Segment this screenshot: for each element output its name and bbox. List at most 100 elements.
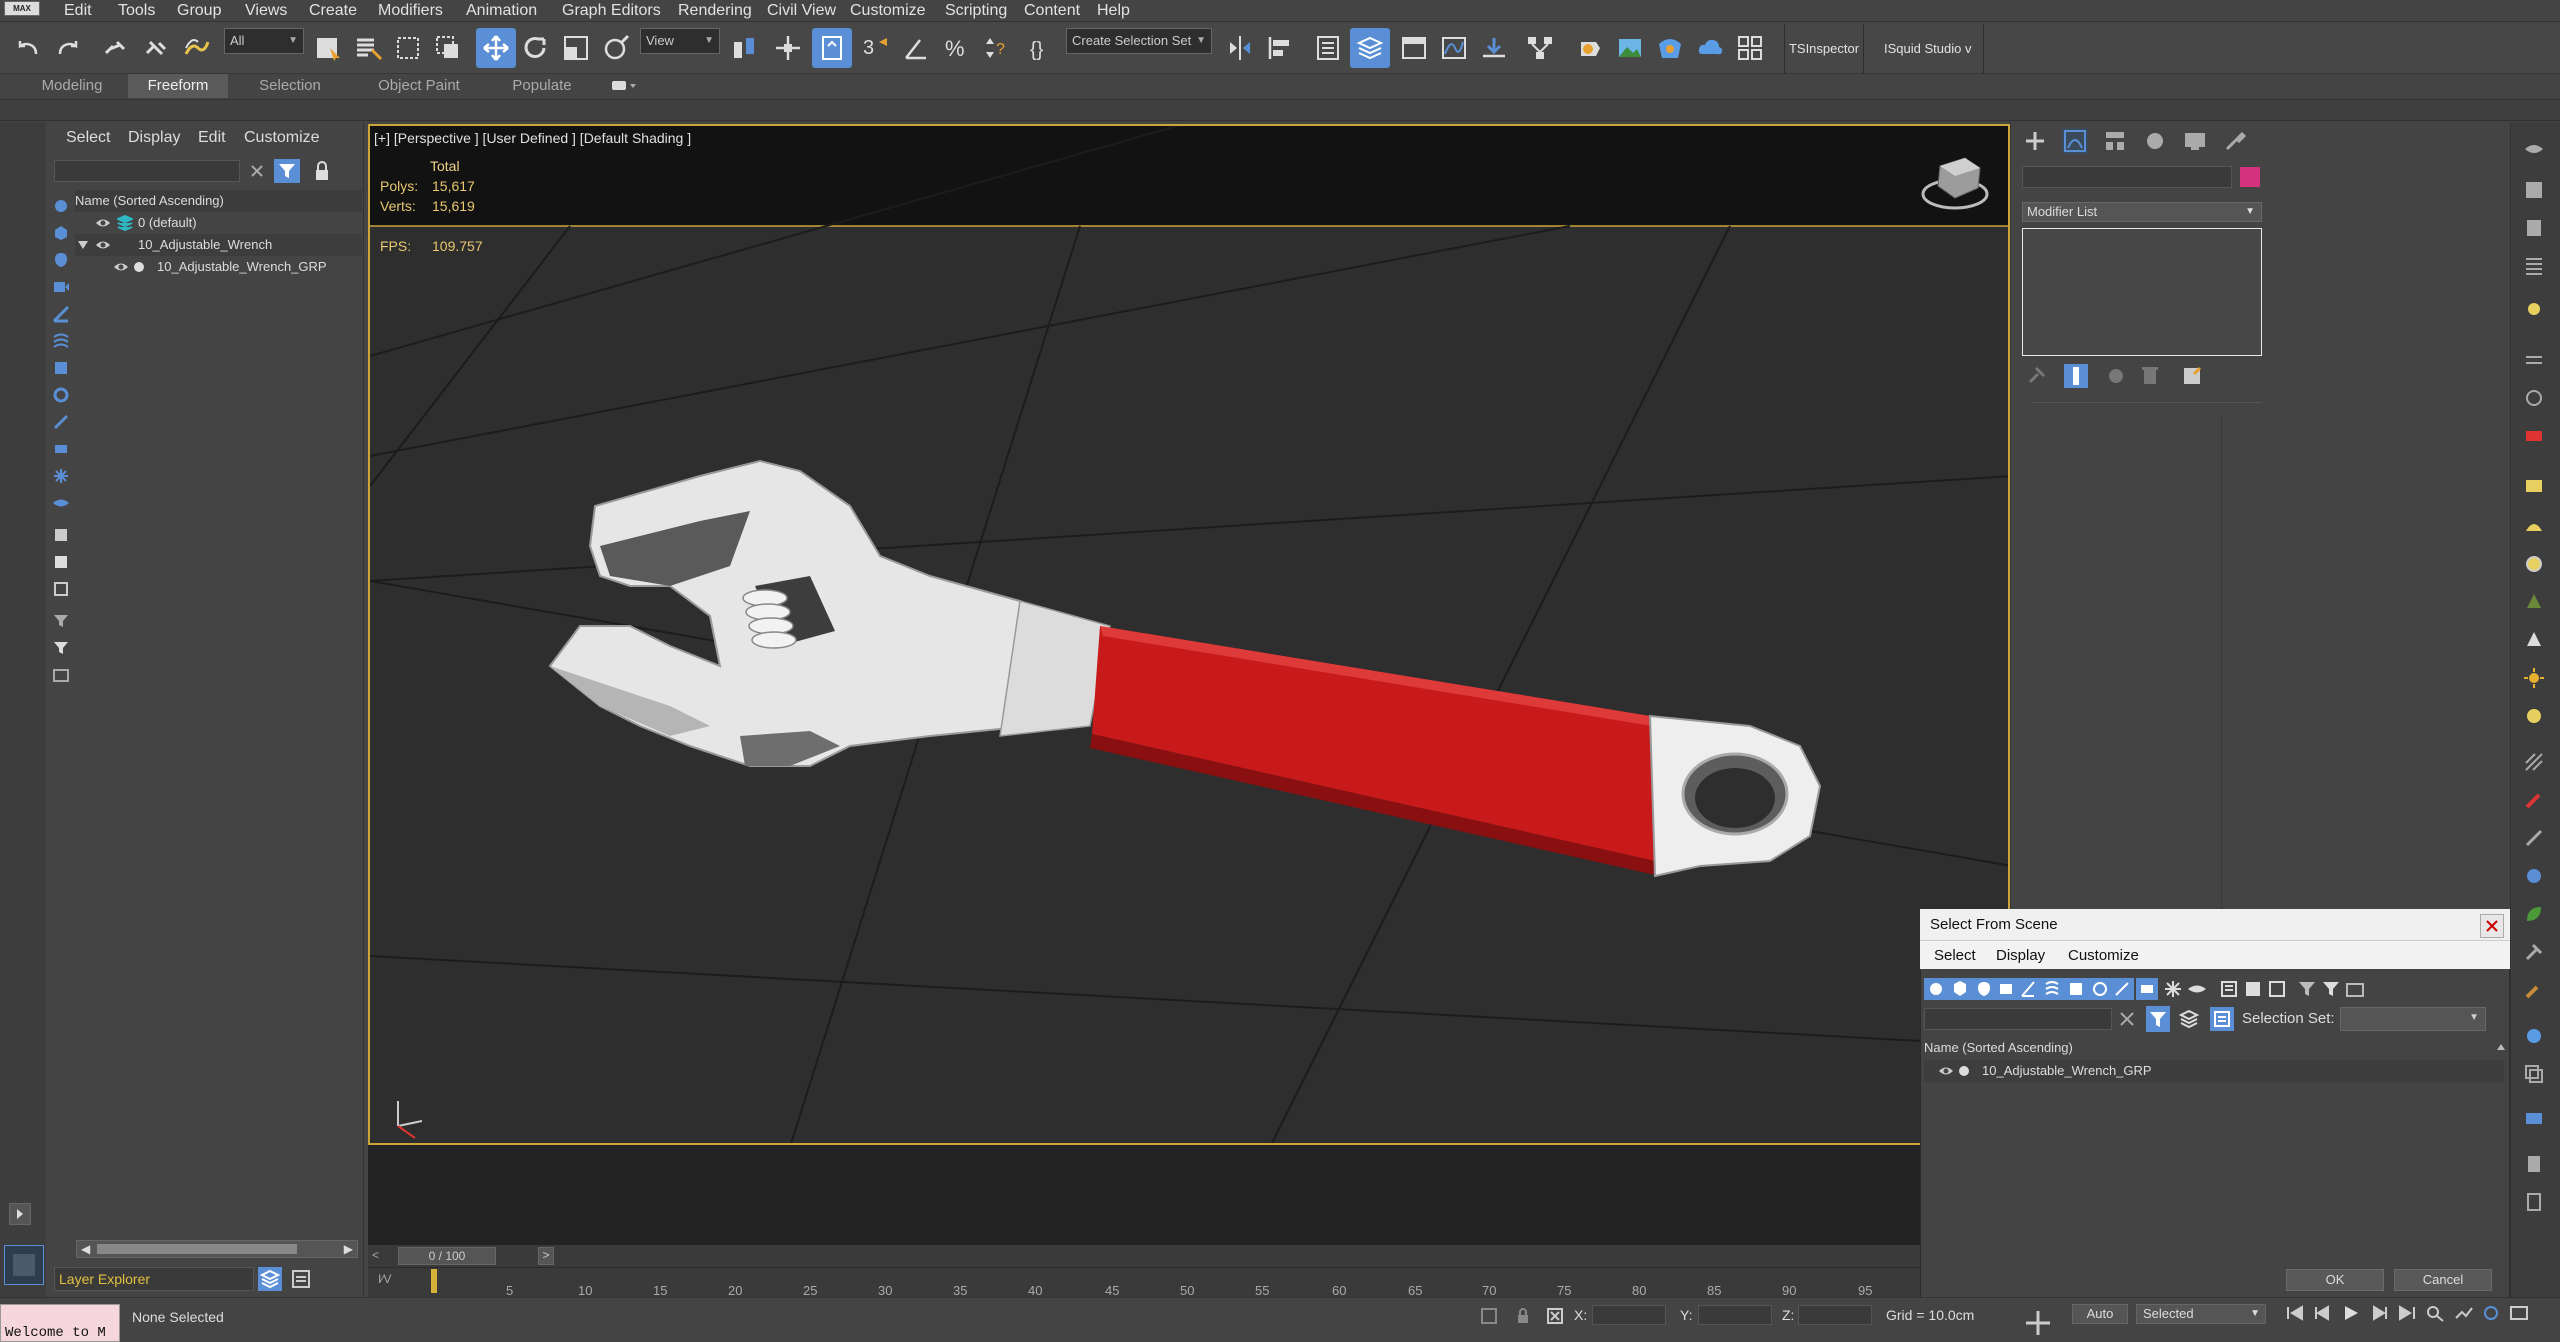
percent-snap-icon[interactable]: % <box>938 30 974 66</box>
rotate-icon[interactable] <box>518 30 554 66</box>
display-space-warps-icon[interactable] <box>50 357 72 379</box>
dialog-visible-filter-icon[interactable] <box>2186 978 2208 1000</box>
selection-filter-dropdown[interactable]: All ▼ <box>224 28 304 54</box>
omni-light-icon[interactable] <box>2520 550 2548 578</box>
particle-icon[interactable] <box>2520 748 2548 776</box>
display-particles-icon[interactable] <box>50 465 72 487</box>
light-lister-icon[interactable] <box>2520 296 2548 324</box>
dome-icon[interactable] <box>2520 512 2548 540</box>
display-all-toggle-icon[interactable] <box>50 524 72 546</box>
window-crossing-icon[interactable] <box>430 30 466 66</box>
filter-toggle-icon[interactable] <box>274 159 300 183</box>
modifier-stack-list[interactable] <box>2022 228 2262 356</box>
scene-search-input[interactable] <box>54 160 240 182</box>
tree-row[interactable]: 10_Adjustable_Wrench_GRP <box>75 256 362 278</box>
scale-icon[interactable] <box>558 30 594 66</box>
expand-triangle-icon[interactable] <box>77 240 89 250</box>
eye-icon[interactable] <box>113 260 129 274</box>
reference-coordinate-dropdown[interactable]: View ▼ <box>640 28 720 54</box>
dialog-menu-customize[interactable]: Customize <box>2068 947 2139 964</box>
absolute-mode-icon[interactable] <box>1546 1307 1564 1325</box>
tab-object-paint[interactable]: Object Paint <box>364 74 474 98</box>
dialog-display-none-icon[interactable] <box>2242 978 2264 1000</box>
place-icon[interactable] <box>598 30 634 66</box>
modify-panel-icon[interactable] <box>2062 128 2088 154</box>
toggle-ribbon-icon[interactable] <box>1396 30 1432 66</box>
link-icon[interactable] <box>97 30 133 66</box>
select-object-icon[interactable] <box>310 30 346 66</box>
scene-menu-select[interactable]: Select <box>66 129 110 147</box>
scene-menu-edit[interactable]: Edit <box>198 129 226 147</box>
display-helpers-icon[interactable] <box>50 330 72 352</box>
undo-icon[interactable] <box>10 30 46 66</box>
pin-stack-icon[interactable] <box>2024 364 2048 388</box>
motion-panel-icon[interactable] <box>2142 128 2168 154</box>
dialog-bones-filter-icon[interactable] <box>2136 978 2158 1000</box>
layer-explorer-options-icon[interactable] <box>290 1268 312 1290</box>
isquid-studio-button[interactable]: ISquid Studio v <box>1884 24 1984 74</box>
lock-icon[interactable] <box>312 160 332 182</box>
key-filter-dropdown[interactable]: Selected ▼ <box>2136 1304 2266 1324</box>
spot-light-icon[interactable] <box>2520 588 2548 616</box>
dialog-display-all-icon[interactable] <box>2218 978 2240 1000</box>
select-manipulate-icon[interactable] <box>770 30 806 66</box>
menu-help[interactable]: Help <box>1097 0 1130 22</box>
menu-modifiers[interactable]: Modifiers <box>378 0 443 22</box>
configure-modifier-sets-icon[interactable] <box>2180 364 2204 388</box>
sphere-blue-icon[interactable] <box>2520 1022 2548 1050</box>
sync-selection-icon[interactable] <box>50 610 72 632</box>
ts-inspector-button[interactable]: TSInspector <box>1784 24 1864 74</box>
layer-explorer-icon[interactable] <box>258 1267 282 1291</box>
previous-frame-icon[interactable] <box>2312 1304 2334 1324</box>
menu-edit[interactable]: Edit <box>64 0 92 22</box>
play-icon[interactable] <box>2340 1304 2362 1324</box>
render-in-cloud-icon[interactable] <box>1692 30 1728 66</box>
add-time-tag-icon[interactable] <box>2020 1305 2056 1341</box>
camera-icon[interactable] <box>2520 1104 2548 1132</box>
keyboard-shortcut-override-icon[interactable] <box>812 28 852 68</box>
menu-group[interactable]: Group <box>177 0 221 22</box>
close-icon[interactable] <box>2480 914 2504 938</box>
pan-view-icon[interactable] <box>2452 1304 2474 1324</box>
dialog-clear-search-icon[interactable] <box>2116 1008 2138 1030</box>
perspective-viewport[interactable] <box>368 124 2010 1145</box>
time-slider-thumb[interactable]: 0 / 100 <box>398 1247 496 1265</box>
table-icon[interactable] <box>2520 252 2548 280</box>
display-xrefs-icon[interactable] <box>50 411 72 433</box>
ok-button[interactable]: OK <box>2286 1269 2384 1291</box>
clear-search-icon[interactable] <box>246 160 268 182</box>
menu-civil-view[interactable]: Civil View <box>767 0 836 22</box>
display-shapes-icon[interactable] <box>50 249 72 271</box>
dialog-filter-toggle-icon[interactable] <box>2146 1006 2170 1032</box>
dialog-filter-icon[interactable] <box>2320 978 2342 1000</box>
scene-menu-display[interactable]: Display <box>128 129 180 147</box>
toggle-scene-explorer-icon[interactable] <box>1310 30 1346 66</box>
filter-icon[interactable] <box>50 637 72 659</box>
render-production-icon[interactable] <box>1652 30 1688 66</box>
show-end-result-icon[interactable] <box>2064 364 2088 388</box>
dialog-explorer-icon[interactable] <box>2344 978 2366 1000</box>
viewport-layout-icon[interactable] <box>4 1245 44 1285</box>
display-geometry-icon[interactable] <box>50 222 72 244</box>
orbit-icon[interactable] <box>2480 1304 2502 1324</box>
create-panel-icon[interactable] <box>2022 128 2048 154</box>
utilities-panel-icon[interactable] <box>2222 128 2248 154</box>
slider-left-arrow[interactable]: < <box>372 1248 386 1264</box>
sun-icon[interactable] <box>2520 664 2548 692</box>
menu-create[interactable]: Create <box>309 0 357 22</box>
make-unique-icon[interactable] <box>2104 364 2128 388</box>
material-editor-icon[interactable] <box>2520 214 2548 242</box>
z-coordinate-field[interactable] <box>1798 1305 1872 1325</box>
maxscript-listener[interactable]: Welcome to M <box>0 1304 120 1342</box>
move-icon[interactable] <box>476 28 516 68</box>
object-color-swatch[interactable] <box>2240 167 2260 187</box>
auto-key-button[interactable]: Auto <box>2072 1304 2128 1324</box>
hammer-icon[interactable] <box>2520 938 2548 966</box>
snaps-toggle-icon[interactable]: 3 <box>858 30 894 66</box>
display-panel-icon[interactable] <box>2182 128 2208 154</box>
maximize-viewport-icon[interactable] <box>2508 1304 2530 1324</box>
slider-right-arrow[interactable]: > <box>538 1247 554 1265</box>
next-frame-icon[interactable] <box>2368 1304 2390 1324</box>
menu-content[interactable]: Content <box>1024 0 1080 22</box>
y-coordinate-field[interactable] <box>1698 1305 1772 1325</box>
